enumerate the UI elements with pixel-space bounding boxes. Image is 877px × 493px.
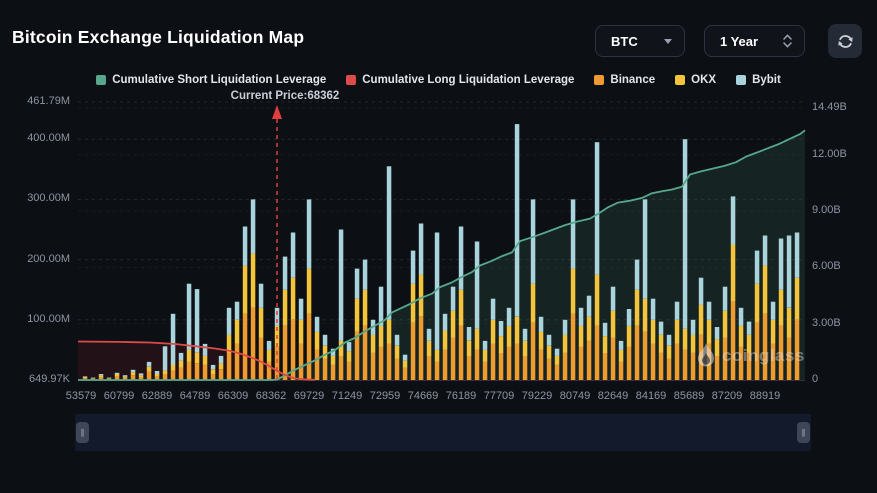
y-right-tick-label: 12.00B <box>812 148 872 160</box>
y-right-tick-label: 14.49B <box>812 101 872 113</box>
y-left-tick-label: 300.00M <box>8 192 70 204</box>
x-tick-label: 88919 <box>743 390 787 402</box>
range-slider-track[interactable]: ∥ ∥ <box>75 414 811 451</box>
liquidation-map-page: Bitcoin Exchange Liquidation Map BTC 1 Y… <box>0 0 877 493</box>
y-left-tick-label: 461.79M <box>8 95 70 107</box>
y-left-tick-label: 649.97K <box>8 373 70 385</box>
y-right-tick-label: 3.00B <box>812 317 872 329</box>
range-slider-right-handle[interactable]: ∥ <box>797 422 810 443</box>
y-right-tick-label: 9.00B <box>812 204 872 216</box>
y-right-tick-label: 0 <box>812 373 872 385</box>
y-left-tick-label: 100.00M <box>8 313 70 325</box>
y-left-tick-label: 400.00M <box>8 132 70 144</box>
y-right-tick-label: 6.00B <box>812 260 872 272</box>
y-left-tick-label: 200.00M <box>8 253 70 265</box>
range-slider-left-handle[interactable]: ∥ <box>76 422 89 443</box>
